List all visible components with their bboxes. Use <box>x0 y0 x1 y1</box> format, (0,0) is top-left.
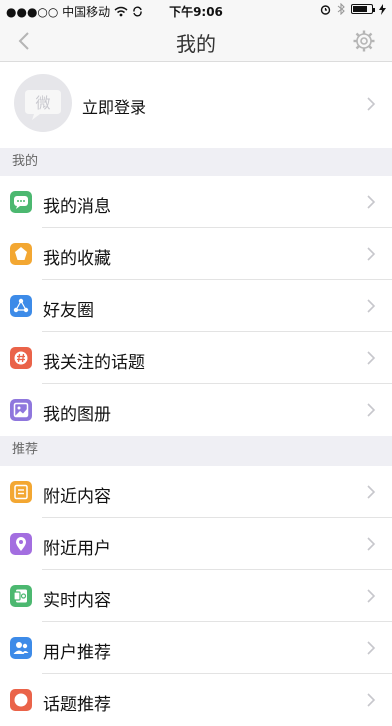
nearby-content-icon <box>10 481 32 503</box>
status-bar: ●●●○○ 中国移动 下午9:06 <box>0 0 392 20</box>
status-right <box>320 3 386 15</box>
list-item-friends-circle[interactable]: 好友圈 <box>0 280 392 332</box>
list-item-label: 附近用户 <box>43 539 111 559</box>
list-item-label: 实时内容 <box>43 591 111 611</box>
chevron-right-icon <box>367 97 376 111</box>
list-item-my-messages[interactable]: 我的消息 <box>0 176 392 228</box>
chevron-right-icon <box>367 485 376 499</box>
chevron-right-icon <box>367 641 376 655</box>
alarm-icon <box>320 4 331 15</box>
battery-level <box>353 6 368 12</box>
page-title: 我的 <box>176 32 216 56</box>
user-recommend-icon <box>10 637 32 659</box>
friends-circle-icon <box>10 295 32 317</box>
navigation-bar: 我的 <box>0 20 392 62</box>
chevron-right-icon <box>367 693 376 707</box>
chevron-right-icon <box>367 537 376 551</box>
list-item-followed-topics[interactable]: 我关注的话题 <box>0 332 392 384</box>
list-item-nearby-content[interactable]: 附近内容 <box>0 466 392 518</box>
list-item-label: 我关注的话题 <box>43 353 145 373</box>
avatar-bubble-icon: 微 <box>25 90 61 120</box>
list-item-label: 附近内容 <box>43 487 111 507</box>
gear-icon[interactable] <box>352 29 376 53</box>
chevron-right-icon <box>367 195 376 209</box>
list-item-label: 我的消息 <box>43 197 111 217</box>
section-header-recommend: 推荐 <box>0 436 392 464</box>
list-item-user-recommend[interactable]: 用户推荐 <box>0 622 392 674</box>
album-icon <box>10 399 32 421</box>
avatar: 微 <box>14 74 72 132</box>
chevron-right-icon <box>367 589 376 603</box>
list-item-label: 我的收藏 <box>43 249 111 269</box>
list-item-label: 好友圈 <box>43 301 94 321</box>
login-label: 立即登录 <box>82 98 147 117</box>
login-row[interactable]: 微 立即登录 <box>0 62 392 148</box>
charging-icon <box>379 3 386 15</box>
bluetooth-icon <box>337 3 345 15</box>
list-item-my-favorites[interactable]: 我的收藏 <box>0 228 392 280</box>
chevron-right-icon <box>367 247 376 261</box>
chevron-right-icon <box>367 403 376 417</box>
list-item-nearby-users[interactable]: 附近用户 <box>0 518 392 570</box>
chevron-right-icon <box>367 299 376 313</box>
list-item-my-album[interactable]: 我的图册 <box>0 384 392 436</box>
list-item-label: 我的图册 <box>43 405 111 425</box>
battery-icon <box>351 4 375 14</box>
list-item-label: 用户推荐 <box>43 643 111 663</box>
avatar-text: 微 <box>35 94 50 112</box>
list-item-label: 话题推荐 <box>43 695 111 715</box>
list-item-topic-recommend[interactable]: 话题推荐 <box>0 674 392 726</box>
realtime-icon <box>10 585 32 607</box>
hashtag-icon <box>10 347 32 369</box>
star-icon <box>10 243 32 265</box>
list-item-realtime-content[interactable]: 实时内容 <box>0 570 392 622</box>
message-icon <box>10 191 32 213</box>
location-pin-icon <box>10 533 32 555</box>
topic-recommend-icon <box>10 689 32 711</box>
section-header-mine: 我的 <box>0 148 392 176</box>
chevron-right-icon <box>367 351 376 365</box>
